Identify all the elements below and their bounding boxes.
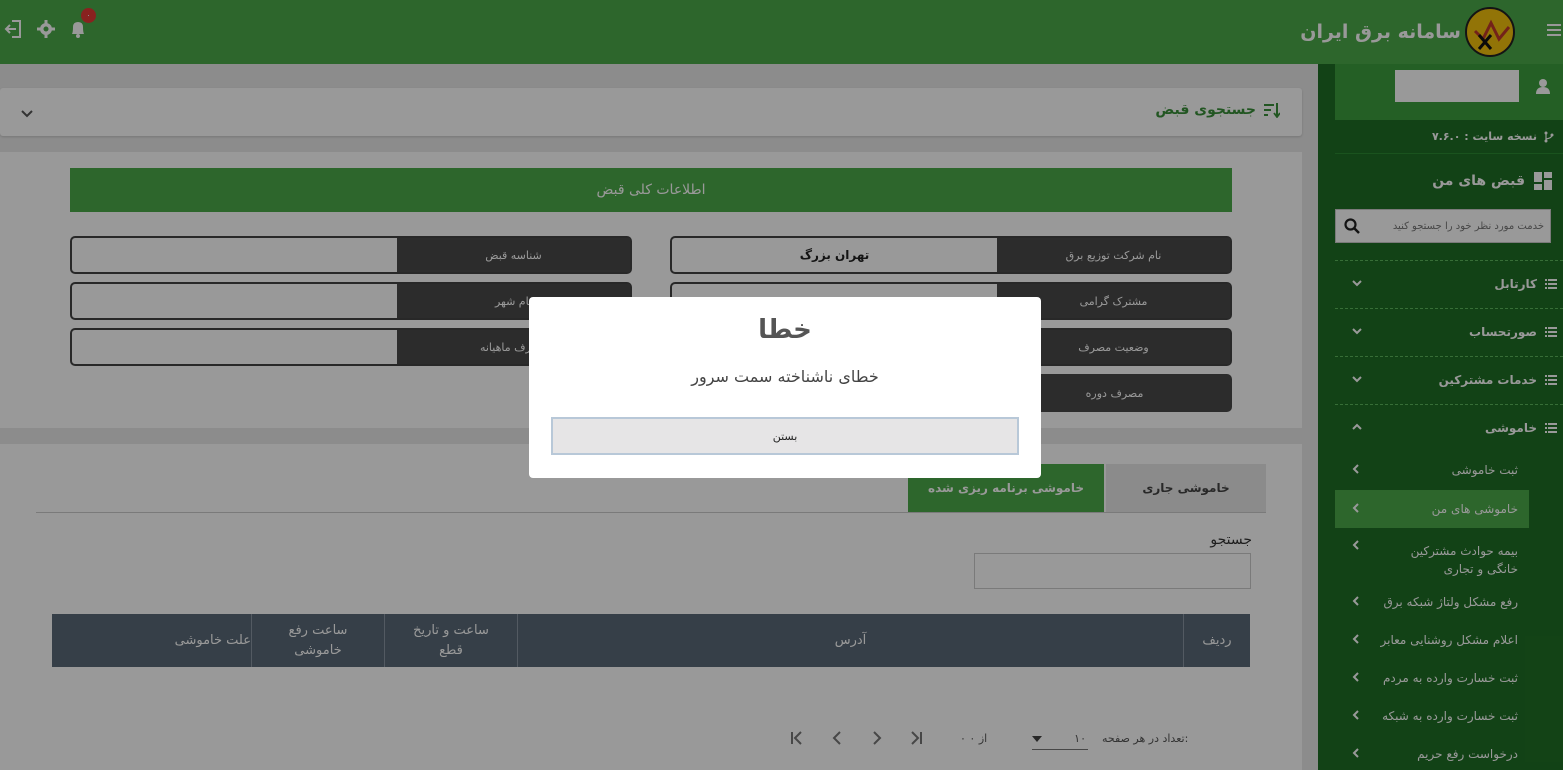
modal-title: خطا [758,315,812,345]
close-button[interactable]: بستن [551,417,1019,455]
error-modal: خطا خطای ناشناخته سمت سرور بستن [529,297,1041,478]
modal-message: خطای ناشناخته سمت سرور [691,367,879,386]
